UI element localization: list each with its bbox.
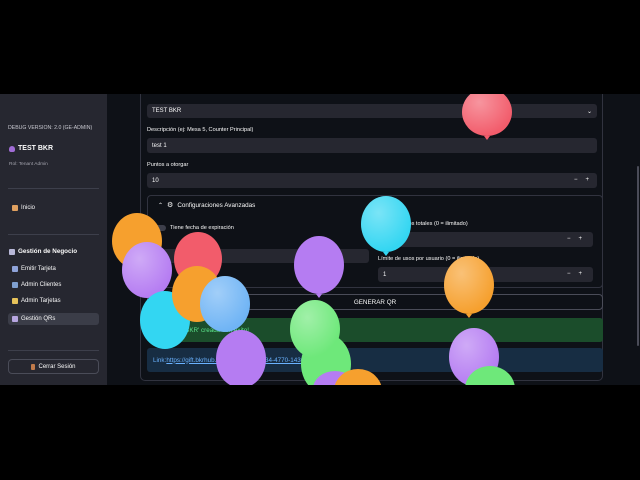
sidebar-item-emitir-tarjeta[interactable]: Emitir Tarjeta	[8, 263, 99, 275]
qr-icon	[12, 316, 18, 322]
chart-icon	[9, 248, 15, 255]
link-alert: Link: https://gift.bkrhub.com/sub/1097-1…	[147, 348, 603, 372]
app-window: DEBUG VERSION: 2.0 (GE-ADMIN) TEST BKR R…	[0, 94, 640, 385]
expander-title: Configuraciones Avanzadas	[177, 201, 256, 209]
card-icon	[12, 266, 18, 272]
per-user-stepper: − +	[567, 271, 582, 277]
per-user-value: 1	[383, 271, 387, 278]
sidebar-item-label: Gestión QRs	[21, 316, 56, 322]
users-icon	[12, 282, 18, 288]
description-label: Descripción (ej: Mesa 5, Counter Princip…	[147, 127, 254, 133]
minus-button[interactable]: −	[567, 271, 571, 277]
section-title: Gestión de Negocio	[9, 248, 77, 255]
total-uses-value: 0	[383, 236, 387, 243]
sidebar-item-label: Admin Clientes	[21, 282, 62, 288]
points-stepper: − +	[574, 177, 589, 183]
points-input[interactable]: 10	[147, 173, 597, 188]
home-icon	[12, 205, 18, 211]
expiration-label: Tiene fecha de expiración	[170, 225, 234, 231]
user-icon	[9, 145, 15, 152]
sidebar-item-gestion-qrs[interactable]: Gestión QRs	[8, 313, 99, 325]
link-prefix: Link:	[153, 356, 167, 364]
sidebar-item-admin-clientes[interactable]: Admin Clientes	[8, 279, 99, 291]
business-select[interactable]: TEST BKR ⌄	[147, 104, 597, 118]
logout-button[interactable]: Cerrar Sesión	[8, 359, 99, 374]
description-value: test 1	[152, 142, 167, 149]
sidebar-item-admin-tarjetas[interactable]: Admin Tarjetas	[8, 295, 99, 307]
success-alert: QR 'TEST BKR' creado con éxito!	[147, 318, 603, 342]
total-uses-stepper: − +	[567, 236, 582, 242]
sidebar-item-label: Inicio	[21, 205, 36, 211]
divider	[8, 350, 99, 351]
points-value: 10	[152, 177, 159, 184]
sidebar-item-home[interactable]: Inicio	[8, 202, 99, 214]
per-user-label: Límite de usos por usuario (0 = ilimitad…	[378, 256, 480, 262]
debug-version: DEBUG VERSION: 2.0 (GE-ADMIN)	[8, 125, 93, 131]
gear-icon: ⚙	[167, 202, 174, 209]
success-text: QR 'TEST BKR' creado con éxito!	[155, 326, 249, 334]
business-value: TEST BKR	[152, 108, 182, 114]
plus-button[interactable]: +	[586, 177, 590, 183]
points-label: Puntos a otorgar	[147, 162, 189, 168]
divider	[8, 188, 99, 189]
expiration-toggle[interactable]	[154, 225, 166, 231]
minus-button[interactable]: −	[567, 236, 571, 242]
section-title-label: Gestión de Negocio	[18, 248, 78, 255]
expander-header[interactable]: ⌃ ⚙ Configuraciones Avanzadas	[158, 201, 256, 210]
plus-button[interactable]: +	[579, 271, 583, 277]
advanced-settings-expander: ⌃ ⚙ Configuraciones Avanzadas Tiene fech…	[147, 195, 603, 288]
door-icon	[31, 363, 36, 370]
generate-qr-button[interactable]: GENERAR QR	[147, 294, 603, 310]
total-uses-input[interactable]: 0	[378, 232, 593, 247]
generate-qr-label: GENERAR QR	[353, 298, 397, 306]
minus-button[interactable]: −	[574, 177, 578, 183]
total-uses-label: Límite de usos totales (0 = ilimitado)	[378, 221, 468, 227]
plus-button[interactable]: +	[579, 236, 583, 242]
user-role: Rol: Tenant Admin	[9, 162, 48, 167]
chevron-down-icon: ⌄	[586, 108, 592, 115]
chevron-up-icon: ⌃	[158, 202, 164, 209]
sidebar: DEBUG VERSION: 2.0 (GE-ADMIN) TEST BKR R…	[0, 94, 107, 385]
user-header: TEST BKR	[9, 145, 53, 152]
expiration-date-input[interactable]	[154, 249, 369, 263]
qr-link[interactable]: https://gift.bkrhub.com/sub/1097-1534-47…	[166, 357, 304, 364]
per-user-input[interactable]: 1	[378, 267, 593, 282]
user-name: TEST BKR	[18, 145, 53, 152]
logout-label: Cerrar Sesión	[38, 363, 76, 370]
sidebar-item-label: Emitir Tarjeta	[21, 266, 56, 272]
scrollbar[interactable]	[637, 166, 639, 346]
description-input[interactable]: test 1	[147, 138, 597, 153]
sidebar-item-label: Admin Tarjetas	[21, 298, 61, 304]
card-stack-icon	[12, 298, 18, 304]
main-content: TEST BKR ⌄ Descripción (ej: Mesa 5, Coun…	[107, 94, 640, 385]
divider	[8, 234, 99, 235]
